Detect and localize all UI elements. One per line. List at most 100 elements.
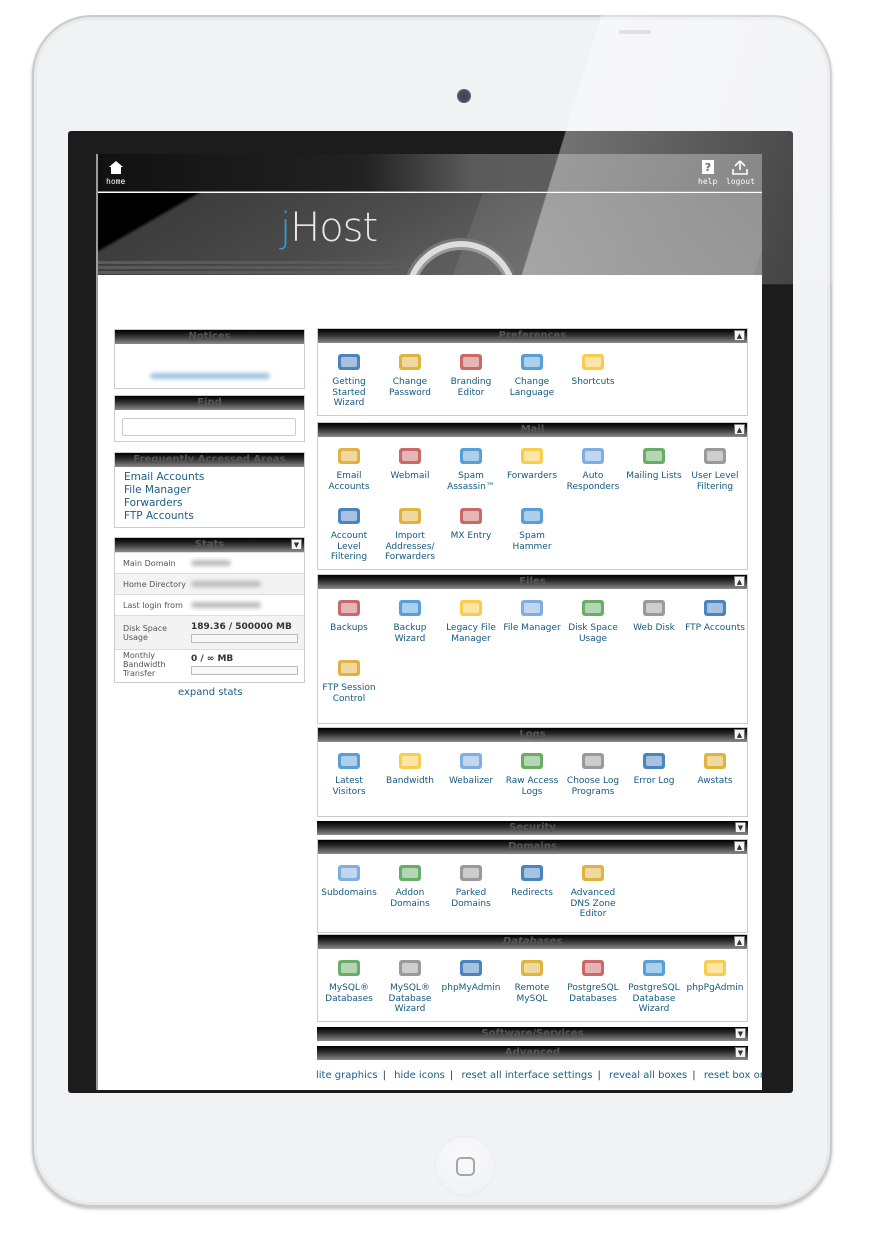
section-item[interactable]: FTP Accounts (684, 595, 746, 634)
section-item[interactable]: Webmail (379, 443, 441, 482)
section-item[interactable]: File Manager (501, 595, 563, 634)
section-item[interactable]: Raw Access Logs (501, 748, 563, 797)
expand-stats-link[interactable]: expand stats (178, 686, 243, 699)
section-item-label: Change Password (388, 377, 432, 398)
folder-icon (457, 595, 485, 621)
frequent-link-file-manager[interactable]: File Manager (124, 484, 304, 497)
section-item[interactable]: phpPgAdmin (684, 955, 746, 994)
section-item[interactable]: Import Addresses/ Forwarders (379, 503, 441, 563)
section-item[interactable]: Redirects (501, 860, 563, 899)
hide-icons-link[interactable]: hide icons (394, 1070, 445, 1081)
section-item-label: PostgreSQL Database Wizard (628, 983, 680, 1014)
device-home-button[interactable] (436, 1137, 494, 1195)
section-item[interactable]: Subdomains (318, 860, 380, 899)
logout-link[interactable]: logout (726, 160, 755, 186)
section-item[interactable]: Parked Domains (440, 860, 502, 909)
notice-message[interactable] (149, 373, 270, 379)
section-header[interactable]: Databases ▲ (318, 935, 747, 949)
dns-editor-icon (579, 860, 607, 886)
ftp-session-icon (335, 655, 363, 681)
section-item-label: phpMyAdmin (441, 983, 501, 993)
section-item[interactable]: Backup Wizard (379, 595, 441, 644)
section-header[interactable]: Software/Services ▼ (317, 1027, 748, 1041)
section-item[interactable]: Awstats (684, 748, 746, 787)
section-item[interactable]: MX Entry (440, 503, 502, 542)
section-item-label: Disk Space Usage (568, 623, 618, 644)
section-item[interactable]: Spam Hammer (501, 503, 563, 552)
section-header[interactable]: Logs ▲ (318, 728, 747, 742)
star-icon (579, 349, 607, 375)
import-icon (396, 503, 424, 529)
section-title: Files (519, 576, 546, 587)
reset-box-order-link[interactable]: reset box order (704, 1070, 762, 1081)
section-item[interactable]: Legacy File Manager (440, 595, 502, 644)
section-header[interactable]: Mail ▲ (318, 423, 747, 437)
section-item[interactable]: Mailing Lists (623, 443, 685, 482)
frequent-link-forwarders[interactable]: Forwarders (124, 497, 304, 510)
frequent-link-ftp-accounts[interactable]: FTP Accounts (124, 510, 304, 523)
section-header[interactable]: Domains ▲ (318, 840, 747, 854)
section-header[interactable]: Files ▲ (318, 575, 747, 589)
section-header[interactable]: Preferences ▲ (318, 329, 747, 343)
section-item[interactable]: phpMyAdmin (440, 955, 502, 994)
expand-toggle-icon[interactable]: ▼ (735, 1028, 746, 1039)
section-item[interactable]: Remote MySQL (501, 955, 563, 1004)
section-item[interactable]: Bandwidth (379, 748, 441, 787)
section-item[interactable]: Auto Responders (562, 443, 624, 492)
folder-icon (518, 595, 546, 621)
section-item-label: Webmail (390, 471, 430, 481)
section-item[interactable]: Change Password (379, 349, 441, 398)
collapse-toggle-icon[interactable]: ▲ (734, 330, 745, 341)
reset-settings-link[interactable]: reset all interface settings (461, 1070, 592, 1081)
collapse-toggle-icon[interactable]: ▲ (734, 424, 745, 435)
section-title: Preferences (498, 330, 567, 341)
find-input[interactable] (122, 418, 296, 436)
collapse-toggle-icon[interactable]: ▼ (291, 539, 302, 550)
collapse-toggle-icon[interactable]: ▲ (734, 936, 745, 947)
section-item[interactable]: Disk Space Usage (562, 595, 624, 644)
section-item[interactable]: Email Accounts (318, 443, 380, 492)
mysql-wizard-icon (396, 955, 424, 981)
section-item[interactable]: Getting Started Wizard (318, 349, 380, 409)
section-item[interactable]: Shortcuts (562, 349, 624, 388)
section-item-label: FTP Accounts (685, 623, 745, 633)
lite-graphics-link[interactable]: lite graphics (316, 1070, 378, 1081)
collapse-toggle-icon[interactable]: ▲ (734, 729, 745, 740)
section-item[interactable]: Choose Log Programs (562, 748, 624, 797)
home-link[interactable]: home (106, 160, 125, 186)
collapse-toggle-icon[interactable]: ▲ (734, 841, 745, 852)
stats-row: Disk Space Usage 189.36 / 500000 MB (115, 615, 304, 649)
logout-icon (732, 160, 749, 175)
section-item[interactable]: Latest Visitors (318, 748, 380, 797)
help-link[interactable]: ? help (698, 160, 717, 186)
section-item-label: Bandwidth (386, 776, 434, 786)
collapse-toggle-icon[interactable]: ▲ (734, 576, 745, 587)
section-item[interactable]: PostgreSQL Database Wizard (623, 955, 685, 1015)
section-item[interactable]: Change Language (501, 349, 563, 398)
disk-usage-icon (579, 595, 607, 621)
section-item[interactable]: Webalizer (440, 748, 502, 787)
logo[interactable]: jHost (280, 205, 378, 251)
section-item[interactable]: Account Level Filtering (318, 503, 380, 563)
section-item[interactable]: Error Log (623, 748, 685, 787)
section-header[interactable]: Advanced ▼ (317, 1046, 748, 1060)
section-item[interactable]: Backups (318, 595, 380, 634)
section-item[interactable]: Branding Editor (440, 349, 502, 398)
section-item[interactable]: MySQL® Database Wizard (379, 955, 441, 1015)
section-item[interactable]: User Level Filtering (684, 443, 746, 492)
section-item[interactable]: Addon Domains (379, 860, 441, 909)
language-icon (518, 349, 546, 375)
section-item[interactable]: PostgreSQL Databases (562, 955, 624, 1004)
section-item[interactable]: FTP Session Control (318, 655, 380, 704)
section-item[interactable]: MySQL® Databases (318, 955, 380, 1004)
section-item[interactable]: Forwarders (501, 443, 563, 482)
expand-toggle-icon[interactable]: ▼ (735, 1047, 746, 1058)
web-disk-icon (640, 595, 668, 621)
reveal-boxes-link[interactable]: reveal all boxes (609, 1070, 687, 1081)
expand-toggle-icon[interactable]: ▼ (735, 822, 746, 833)
section-item[interactable]: Spam Assassin™ (440, 443, 502, 492)
section-header[interactable]: Security ▼ (317, 821, 748, 835)
section-item[interactable]: Advanced DNS Zone Editor (562, 860, 624, 920)
section-item[interactable]: Web Disk (623, 595, 685, 634)
frequent-link-email-accounts[interactable]: Email Accounts (124, 471, 304, 484)
